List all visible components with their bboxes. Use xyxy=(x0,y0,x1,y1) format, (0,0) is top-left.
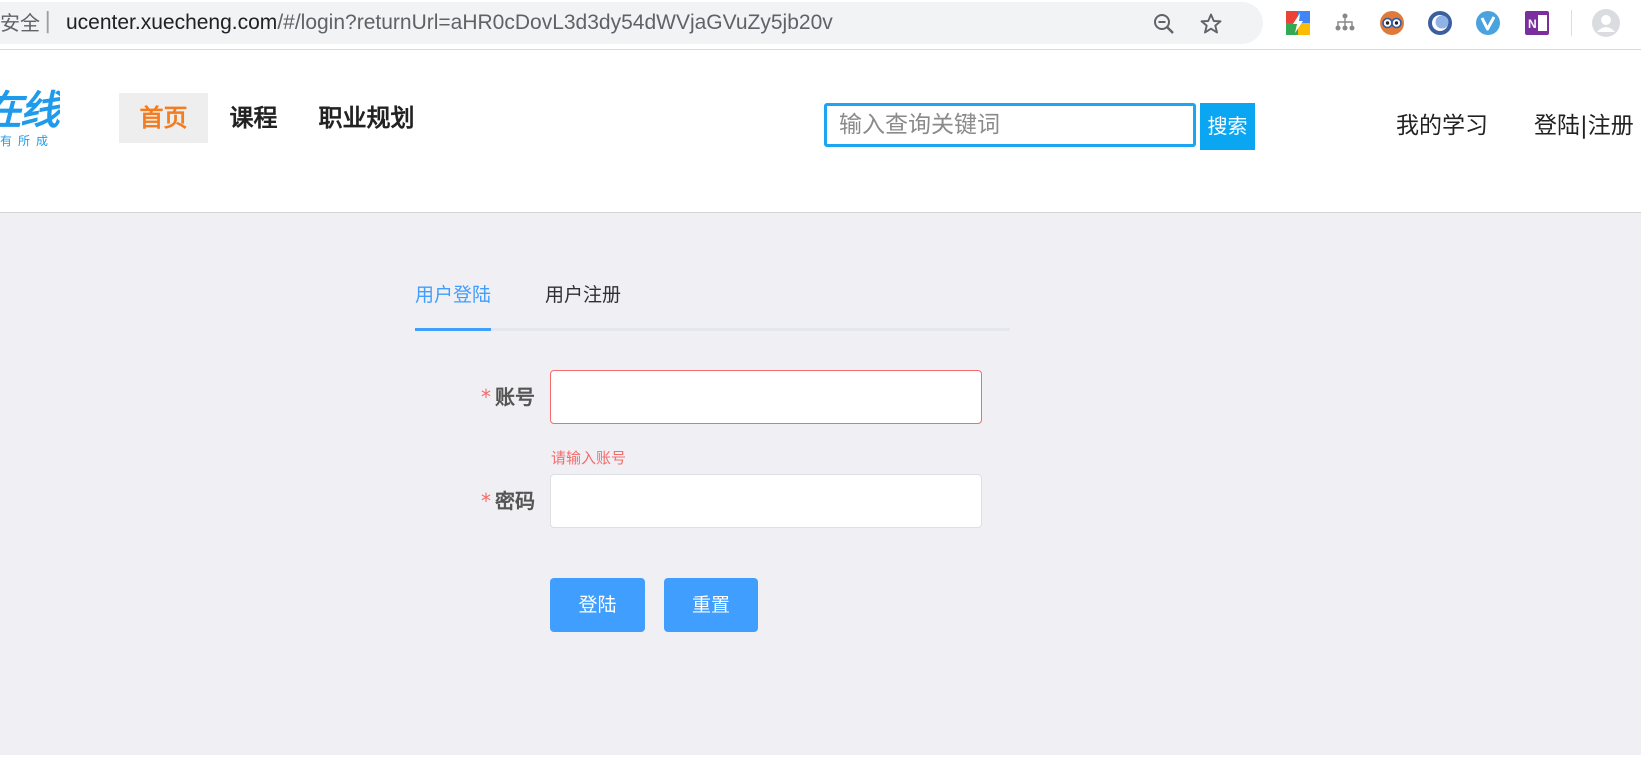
my-learning-link[interactable]: 我的学习 xyxy=(1396,108,1488,144)
password-label: * 密码 xyxy=(415,489,535,513)
v-extension-icon[interactable] xyxy=(1475,10,1501,36)
nav-home[interactable]: 首页 xyxy=(119,93,208,143)
tab-user-register[interactable]: 用户注册 xyxy=(545,281,621,309)
address-bar[interactable]: 安全 | ucenter.xuecheng.com/#/login?return… xyxy=(0,2,1263,44)
login-tabs: 用户登陆 用户注册 xyxy=(415,273,1010,335)
login-button[interactable]: 登陆 xyxy=(550,578,645,632)
profile-avatar-icon[interactable] xyxy=(1591,8,1621,38)
sitemap-extension-icon[interactable] xyxy=(1332,10,1358,36)
account-label-text: 账号 xyxy=(495,385,535,409)
search-button[interactable]: 搜索 xyxy=(1200,103,1255,150)
url-text[interactable]: ucenter.xuecheng.com/#/login?returnUrl=a… xyxy=(66,12,833,34)
reset-button[interactable]: 重置 xyxy=(664,578,758,632)
logo-sub-text: 有所成 xyxy=(0,134,55,148)
account-error-message: 请输入账号 xyxy=(551,449,627,467)
site-logo[interactable]: 在线 有所成 xyxy=(0,88,60,158)
login-page: 用户登陆 用户注册 * 账号 请输入账号 * 密码 登陆 重置 xyxy=(0,213,1641,755)
circle-extension-icon[interactable] xyxy=(1427,10,1453,36)
active-tab-indicator xyxy=(415,328,491,331)
browser-toolbar: 安全 | ucenter.xuecheng.com/#/login?return… xyxy=(0,0,1641,50)
required-mark: * xyxy=(481,489,491,513)
tabs-divider xyxy=(415,328,1010,331)
account-label: * 账号 xyxy=(415,385,535,409)
nav-career-planning[interactable]: 职业规划 xyxy=(298,93,435,143)
login-register-link[interactable]: 登陆|注册 xyxy=(1534,108,1634,144)
account-input[interactable] xyxy=(550,370,982,424)
owl-extension-icon[interactable] xyxy=(1379,10,1405,36)
tab-user-login[interactable]: 用户登陆 xyxy=(415,281,491,309)
bookmark-star-icon[interactable] xyxy=(1199,12,1223,36)
security-label[interactable]: 安全 xyxy=(0,13,40,33)
nav-courses[interactable]: 课程 xyxy=(209,93,298,143)
logo-main-text: 在线 xyxy=(0,88,60,134)
url-host: ucenter.xuecheng.com xyxy=(66,11,278,34)
site-header: 在线 有所成 首页 课程 职业规划 搜索 我的学习 登陆|注册 xyxy=(0,50,1641,213)
toolbar-divider xyxy=(1571,10,1572,36)
url-path: /#/login?returnUrl=aHR0cDovL3d3dy54dWVja… xyxy=(277,11,833,34)
search-input[interactable] xyxy=(824,103,1196,147)
password-input[interactable] xyxy=(550,474,982,528)
svg-text:N: N xyxy=(1528,17,1537,31)
url-separator: | xyxy=(44,9,52,34)
page-bottom-strip xyxy=(0,755,1641,764)
required-mark: * xyxy=(481,385,491,409)
password-label-text: 密码 xyxy=(495,489,535,513)
zoom-out-icon[interactable] xyxy=(1152,12,1176,36)
onenote-extension-icon[interactable]: N xyxy=(1524,10,1550,36)
colorful-lightning-extension-icon[interactable] xyxy=(1285,10,1311,36)
